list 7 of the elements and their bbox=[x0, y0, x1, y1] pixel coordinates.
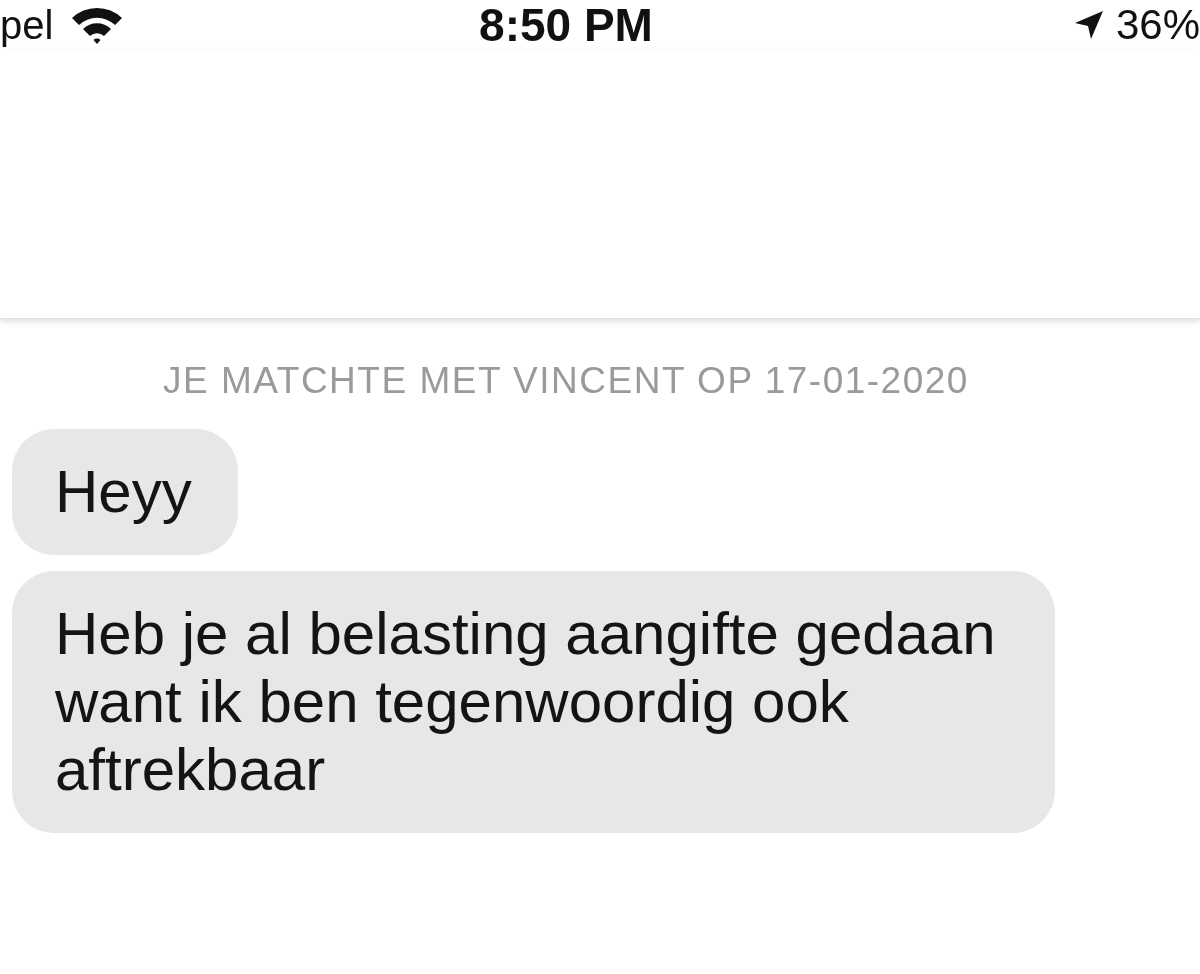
message-bubble: Heb je al belasting aangifte gedaan want ik ben tegenwoordig ook aftrekbaar bbox=[12, 571, 1055, 833]
carrier-name: pel bbox=[0, 2, 54, 49]
match-date-notice: JE MATCHTE MET VINCENT OP 17-01-2020 bbox=[162, 359, 970, 403]
location-arrow-icon bbox=[1073, 10, 1104, 40]
battery-percentage: 36% bbox=[1115, 0, 1200, 50]
message-bubble: Heyy bbox=[12, 429, 238, 555]
clock-time: 8:50 PM bbox=[479, 0, 653, 50]
